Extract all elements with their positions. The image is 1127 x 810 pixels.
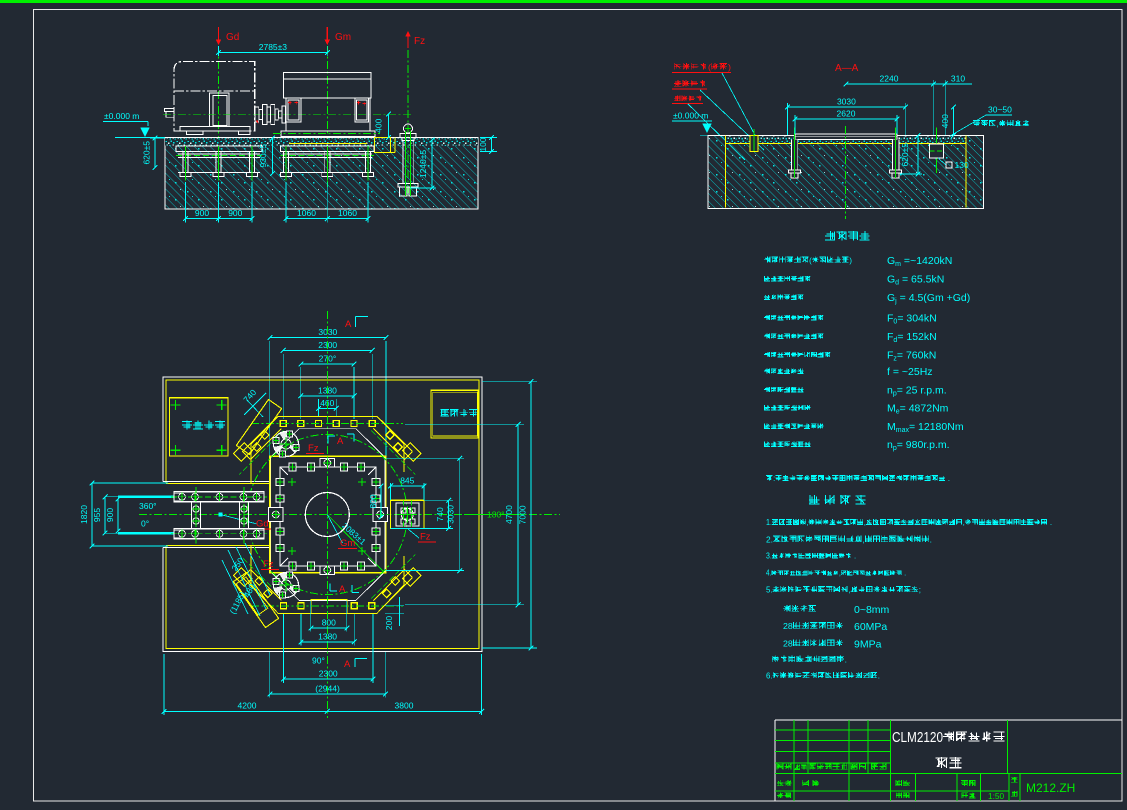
svg-text:310: 310 (951, 74, 965, 84)
svg-text:4700: 4700 (504, 505, 514, 524)
svg-text:200: 200 (384, 616, 394, 630)
svg-text:,: , (963, 518, 965, 527)
svg-text:0~8mm: 0~8mm (854, 604, 890, 616)
svg-text:1060: 1060 (297, 208, 316, 218)
svg-text:28: 28 (783, 640, 793, 649)
svg-text:Gd: Gd (256, 519, 269, 530)
svg-text:Fz: Fz (263, 559, 274, 570)
svg-text:800: 800 (322, 618, 336, 628)
svg-text:.: . (854, 552, 856, 561)
svg-text:Fz: Fz (308, 443, 319, 454)
svg-text:Fz: Fz (414, 36, 425, 47)
svg-text:(2944): (2944) (315, 684, 340, 694)
svg-text:.: . (845, 656, 847, 665)
svg-text:620±5: 620±5 (142, 141, 152, 165)
svg-text:2.: 2. (766, 536, 773, 545)
svg-text:900: 900 (228, 208, 242, 218)
svg-text:400: 400 (374, 118, 384, 132)
svg-text:845: 845 (400, 476, 414, 486)
svg-text:4200: 4200 (238, 701, 257, 711)
svg-text:Gj = 4.5(Gm +Gd): Gj = 4.5(Gm +Gd) (887, 292, 970, 305)
svg-text:np= 25 r.p.m.: np= 25 r.p.m. (887, 385, 947, 398)
svg-text:.: . (930, 536, 932, 545)
svg-text:A: A (344, 659, 351, 670)
svg-text:A—A: A—A (835, 63, 859, 74)
svg-text:.: . (904, 569, 906, 578)
svg-text:955: 955 (92, 508, 102, 522)
svg-text:3030: 3030 (446, 505, 456, 524)
svg-text:1:50: 1:50 (988, 792, 1005, 801)
svg-text:2240: 2240 (880, 74, 899, 84)
svg-text:1380: 1380 (318, 631, 337, 641)
svg-text:,: , (848, 586, 850, 595)
svg-text:;: ; (919, 586, 921, 595)
svg-text:400: 400 (940, 114, 950, 128)
svg-text:60MPa: 60MPa (854, 621, 887, 633)
svg-text:900: 900 (105, 508, 115, 522)
svg-text:1820: 1820 (79, 505, 89, 524)
svg-text:,: , (864, 518, 866, 527)
svg-text:1240±5: 1240±5 (418, 150, 428, 179)
svg-text:np= 980r.p.m.: np= 980r.p.m. (887, 439, 950, 452)
svg-text:A: A (337, 436, 344, 447)
svg-text:620±5: 620±5 (900, 143, 910, 167)
svg-text:.: . (948, 474, 950, 483)
svg-text:9MPa: 9MPa (854, 639, 882, 651)
svg-text::: : (773, 474, 775, 483)
svg-text:,: , (839, 569, 841, 578)
svg-text:(: ( (708, 63, 711, 72)
svg-text:3.: 3. (766, 552, 772, 561)
svg-text:±0.000 m: ±0.000 m (673, 111, 708, 121)
svg-text:1.: 1. (766, 518, 772, 527)
svg-text:6.: 6. (766, 672, 773, 681)
svg-text:90°: 90° (312, 656, 325, 666)
svg-text:f = ~25Hz: f = ~25Hz (887, 366, 933, 378)
svg-text:2300: 2300 (318, 340, 337, 350)
svg-text:100: 100 (478, 137, 488, 151)
svg-text:CLM2120: CLM2120 (892, 730, 943, 746)
svg-text:±0.000 m: ±0.000 m (104, 111, 139, 121)
svg-text:3030: 3030 (837, 97, 856, 107)
svg-text:A: A (345, 319, 352, 330)
svg-text:130: 130 (955, 160, 969, 170)
svg-text:.: . (1050, 518, 1052, 527)
svg-text:): ) (728, 63, 731, 72)
svg-text:,: , (997, 120, 999, 129)
svg-text:Gm: Gm (340, 538, 355, 549)
svg-text:.: . (878, 672, 880, 681)
svg-text:2300: 2300 (319, 669, 338, 679)
svg-text:Gm: Gm (335, 32, 351, 43)
svg-text:360°: 360° (139, 501, 157, 511)
svg-text:930±5: 930±5 (258, 144, 268, 168)
svg-text:2785±3: 2785±3 (259, 42, 288, 52)
svg-text:,: , (862, 536, 864, 545)
svg-text:3030: 3030 (318, 327, 337, 337)
svg-text:1060: 1060 (338, 208, 357, 218)
svg-text:M212.ZH: M212.ZH (1026, 781, 1075, 795)
svg-text:30~50: 30~50 (988, 105, 1012, 115)
svg-text:800: 800 (368, 494, 378, 508)
svg-text:3800: 3800 (395, 701, 414, 711)
svg-text:Gd: Gd (226, 32, 239, 43)
svg-text:28: 28 (783, 622, 793, 631)
svg-text:7000: 7000 (518, 505, 528, 524)
svg-text:A: A (339, 584, 346, 595)
svg-text:0°: 0° (141, 519, 149, 529)
svg-text:Fz: Fz (420, 532, 431, 543)
svg-text:4.: 4. (766, 569, 771, 578)
svg-text:2620: 2620 (837, 109, 856, 119)
svg-text:5.: 5. (766, 586, 773, 595)
svg-text:740: 740 (435, 507, 445, 521)
svg-text:,: , (807, 518, 809, 527)
svg-text:900: 900 (195, 208, 209, 218)
